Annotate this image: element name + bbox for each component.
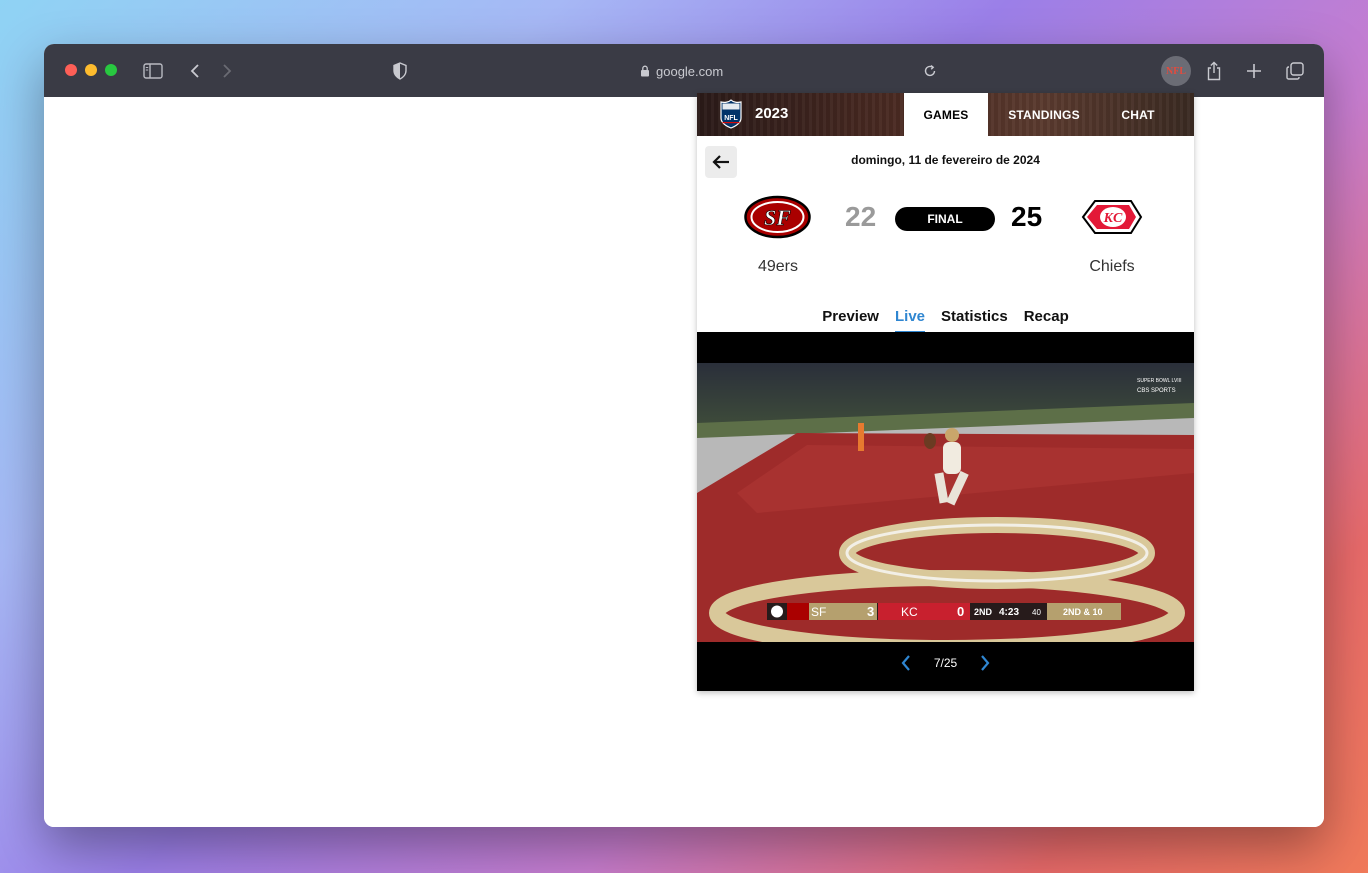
svg-text:2ND & 10: 2ND & 10	[1063, 607, 1103, 617]
chiefs-logo-icon[interactable]: KC	[1081, 195, 1143, 244]
widget-header: NFL 2023 GAMES STANDINGS CHAT	[697, 93, 1194, 136]
nfl-scores-widget: NFL 2023 GAMES STANDINGS CHAT domingo, 1…	[697, 93, 1194, 691]
back-nav-icon[interactable]	[184, 60, 206, 82]
game-date: domingo, 11 de fevereiro de 2024	[851, 153, 1040, 167]
lock-icon	[641, 65, 649, 77]
svg-text:3: 3	[867, 604, 874, 619]
scorebug: SF 3 KC 0 2ND 4:23 40 2ND & 10	[767, 603, 1121, 620]
previous-chevron-icon[interactable]	[900, 654, 912, 672]
browser-window: google.com NFL NFL 2023 GAMES STANDINGS	[44, 44, 1324, 827]
video-player[interactable]: SUPER BOWL LVIII CBS SPORTS SF 3 KC 0 2N…	[697, 332, 1194, 691]
svg-text:SF: SF	[811, 605, 826, 619]
browser-toolbar: google.com NFL	[44, 44, 1324, 97]
49ers-logo-icon[interactable]: SF	[744, 195, 811, 244]
svg-text:4:23: 4:23	[999, 607, 1019, 618]
season-label: 2023	[755, 105, 789, 122]
away-score: 25	[1011, 201, 1043, 232]
svg-text:KC: KC	[1103, 211, 1123, 226]
svg-text:2ND: 2ND	[974, 607, 993, 617]
game-status-badge: FINAL	[895, 207, 995, 231]
extension-label: NFL	[1166, 65, 1186, 77]
new-tab-icon[interactable]	[1243, 60, 1265, 82]
forward-nav-icon[interactable]	[216, 60, 238, 82]
tab-chat[interactable]: CHAT	[1100, 93, 1176, 136]
reload-icon[interactable]	[919, 60, 941, 82]
next-chevron-icon[interactable]	[979, 654, 991, 672]
nfl-logo-icon: NFL	[719, 99, 743, 129]
window-controls	[65, 64, 117, 76]
svg-text:SF: SF	[764, 205, 791, 230]
tab-recap[interactable]: Recap	[1024, 308, 1069, 333]
share-icon[interactable]	[1203, 60, 1225, 82]
zoom-window-button[interactable]	[105, 64, 117, 76]
svg-text:KC: KC	[901, 605, 918, 619]
video-counter: 7/25	[933, 656, 958, 670]
close-window-button[interactable]	[65, 64, 77, 76]
sidebar-toggle-icon[interactable]	[142, 60, 164, 82]
svg-text:NFL: NFL	[724, 115, 738, 122]
privacy-shield-icon[interactable]	[389, 60, 411, 82]
tab-statistics[interactable]: Statistics	[941, 308, 1008, 333]
tab-standings[interactable]: STANDINGS	[988, 93, 1100, 136]
svg-text:SUPER BOWL LVIII: SUPER BOWL LVIII	[1137, 378, 1181, 384]
tab-overview-icon[interactable]	[1284, 60, 1306, 82]
svg-text:40: 40	[1032, 608, 1041, 617]
tab-live[interactable]: Live	[894, 308, 925, 333]
video-frame[interactable]: SUPER BOWL LVIII CBS SPORTS SF 3 KC 0 2N…	[697, 363, 1194, 642]
video-pager: 7/25	[697, 654, 1194, 672]
widget-tabs: GAMES STANDINGS CHAT	[904, 93, 1176, 136]
minimize-window-button[interactable]	[85, 64, 97, 76]
home-score: 22	[845, 201, 877, 232]
svg-text:CBS SPORTS: CBS SPORTS	[1137, 388, 1176, 394]
address-bar[interactable]: google.com	[640, 60, 723, 82]
nfl-extension-button[interactable]: NFL	[1161, 56, 1191, 86]
home-team-name: 49ers	[757, 258, 799, 275]
away-team-name: Chiefs	[1089, 258, 1135, 275]
tab-games[interactable]: GAMES	[904, 93, 988, 136]
game-sub-tabs: Preview Live Statistics Recap	[697, 308, 1194, 333]
tab-preview[interactable]: Preview	[822, 308, 879, 333]
url-text: google.com	[656, 63, 724, 79]
svg-text:0: 0	[957, 604, 964, 619]
